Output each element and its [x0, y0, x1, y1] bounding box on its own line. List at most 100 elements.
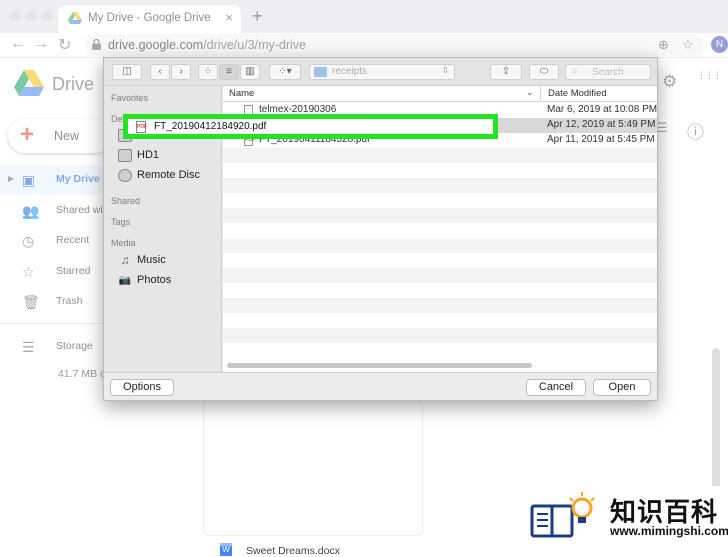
book-lightbulb-logo-icon — [530, 492, 595, 538]
tab-title: My Drive - Google Drive — [88, 12, 211, 24]
section-tags: Tags — [111, 217, 131, 227]
file-date: Apr 12, 2019 at 5:49 PM — [547, 119, 656, 130]
forward-icon[interactable]: → — [33, 35, 49, 53]
file-card-sweet-dreams[interactable]: W Sweet Dreams.docx — [203, 400, 423, 557]
sidebar-item-label: Storage — [56, 340, 93, 352]
file-list-header: Name ⌄ Date Modified — [223, 86, 657, 102]
file-open-dialog: ◫ ‹ › ⁘ ≡ ▥ ⁘▾ receipts ⇕ ⇪ ⬭ ⌕ Search F… — [103, 57, 658, 401]
empty-row — [223, 268, 657, 283]
lock-icon — [92, 39, 101, 50]
expand-arrow-icon[interactable]: ▶ — [8, 174, 14, 183]
add-bookmark-icon[interactable]: ⊕ — [658, 37, 669, 53]
browser-tab[interactable]: My Drive - Google Drive × — [58, 5, 241, 33]
address-bar[interactable]: drive.google.com/drive/u/3/my-drive ⊕ ☆ — [84, 34, 704, 56]
forward-button[interactable]: › — [171, 64, 191, 80]
sidebar-item-my-drive[interactable]: ▶ ▣ My Drive — [0, 165, 110, 195]
zoom-window-button[interactable] — [42, 10, 53, 21]
updown-arrows-icon: ⇕ — [441, 65, 449, 75]
sidebar-item-recent[interactable]: ◷ Recent — [0, 226, 110, 256]
people-icon: 👥 — [22, 203, 40, 219]
share-button[interactable]: ⇪ — [490, 64, 522, 80]
search-input[interactable]: ⌕ Search — [565, 64, 651, 80]
close-window-button[interactable] — [10, 10, 21, 21]
new-tab-button[interactable]: + — [252, 6, 263, 27]
empty-row — [223, 298, 657, 313]
file-date: Mar 6, 2019 at 10:08 PM — [547, 104, 657, 115]
storage-icon: ☰ — [22, 339, 35, 355]
section-shared: Shared — [111, 196, 141, 206]
open-button[interactable]: Open — [593, 379, 651, 396]
sidebar-item-label: Remote Disc — [137, 169, 200, 181]
sidebar-item-storage[interactable]: ☰ Storage — [0, 332, 110, 362]
cancel-button[interactable]: Cancel — [526, 379, 586, 396]
search-placeholder: Search — [592, 67, 624, 78]
section-media: Media — [111, 238, 136, 248]
word-doc-icon: W — [220, 543, 232, 556]
plus-icon: + — [20, 121, 35, 148]
sidebar-item-label: Recent — [56, 234, 90, 246]
back-button[interactable]: ‹ — [150, 64, 170, 80]
watermark-url: www.mimingshi.com — [610, 524, 728, 538]
column-header-date-modified[interactable]: Date Modified — [548, 88, 607, 99]
section-favorites: Favorites — [111, 93, 149, 103]
location-popup[interactable]: receipts ⇕ — [309, 64, 455, 80]
group-by-button[interactable]: ⁘▾ — [269, 64, 301, 80]
info-icon[interactable]: ⓘ — [687, 118, 704, 143]
horizontal-scrollbar[interactable] — [227, 363, 532, 368]
trash-icon: 🗑 — [22, 294, 40, 310]
url-text: drive.google.com/drive/u/3/my-drive — [108, 38, 307, 52]
watermark: 知识百科 www.mimingshi.com — [518, 486, 728, 546]
icon-view-button[interactable]: ⁘ — [198, 64, 218, 80]
my-drive-icon: ▣ — [22, 172, 36, 188]
folder-icon — [314, 67, 327, 77]
back-icon[interactable]: ← — [10, 35, 26, 53]
settings-icon[interactable]: ⚙ — [662, 72, 677, 92]
disc-icon — [118, 169, 132, 182]
tag-button[interactable]: ⬭ — [529, 64, 559, 80]
storage-used-text: 41.7 MB of — [58, 368, 109, 380]
drive-favicon-icon — [68, 12, 82, 24]
search-icon: ⌕ — [572, 66, 578, 77]
hard-drive-icon — [118, 149, 132, 162]
sidebar-item-label: HD1 — [137, 149, 160, 161]
music-note-icon: ♫ — [120, 253, 130, 267]
sidebar-item-label: Starred — [56, 265, 91, 277]
column-view-button[interactable]: ▥ — [240, 64, 260, 80]
close-tab-icon[interactable]: × — [225, 10, 233, 25]
sidebar-item-label: Photos — [137, 274, 172, 286]
file-date: Apr 11, 2019 at 5:45 PM — [547, 134, 655, 145]
camera-icon: 📷 — [118, 275, 132, 286]
star-bookmark-icon[interactable]: ☆ — [682, 37, 694, 53]
empty-row — [223, 178, 657, 193]
new-button-label: New — [54, 129, 80, 143]
pdf-file-icon: PDF — [136, 121, 147, 133]
sidebar-item-label: My Drive — [56, 173, 100, 185]
star-icon: ☆ — [22, 264, 35, 280]
google-drive-logo-icon — [14, 70, 44, 96]
empty-row — [223, 208, 657, 223]
dialog-footer: Options Cancel Open — [104, 372, 657, 400]
sidebar-item-starred[interactable]: ☆ Starred — [0, 257, 110, 287]
apps-grid-icon[interactable]: ⋮⋮⋮ — [697, 71, 722, 80]
profile-avatar[interactable]: N — [711, 36, 728, 53]
toggle-sidebar-button[interactable]: ◫ — [112, 64, 142, 80]
minimize-window-button[interactable] — [26, 10, 37, 21]
browser-toolbar: ← → ↻ drive.google.com/drive/u/3/my-driv… — [0, 33, 728, 58]
options-button[interactable]: Options — [110, 379, 174, 396]
sidebar-item-shared[interactable]: 👥 Shared with me — [0, 196, 129, 226]
list-view-button[interactable]: ≡ — [219, 64, 239, 80]
reload-icon[interactable]: ↻ — [58, 35, 71, 55]
sort-chevron-icon[interactable]: ⌄ — [526, 87, 534, 98]
browser-tab-bar: My Drive - Google Drive × + — [0, 0, 728, 33]
selected-file-name: FT_20190412184920.pdf — [154, 121, 267, 132]
new-button[interactable]: + New — [8, 119, 112, 153]
empty-row — [223, 238, 657, 253]
empty-row — [223, 328, 657, 343]
clock-icon: ◷ — [22, 233, 35, 249]
sidebar-item-label: Music — [137, 254, 166, 266]
location-label: receipts — [332, 66, 368, 77]
column-header-name[interactable]: Name — [229, 88, 254, 99]
column-divider[interactable] — [540, 86, 541, 102]
sidebar-item-trash[interactable]: 🗑 Trash — [0, 287, 110, 317]
selected-file-highlight[interactable]: PDF FT_20190412184920.pdf — [123, 114, 498, 139]
